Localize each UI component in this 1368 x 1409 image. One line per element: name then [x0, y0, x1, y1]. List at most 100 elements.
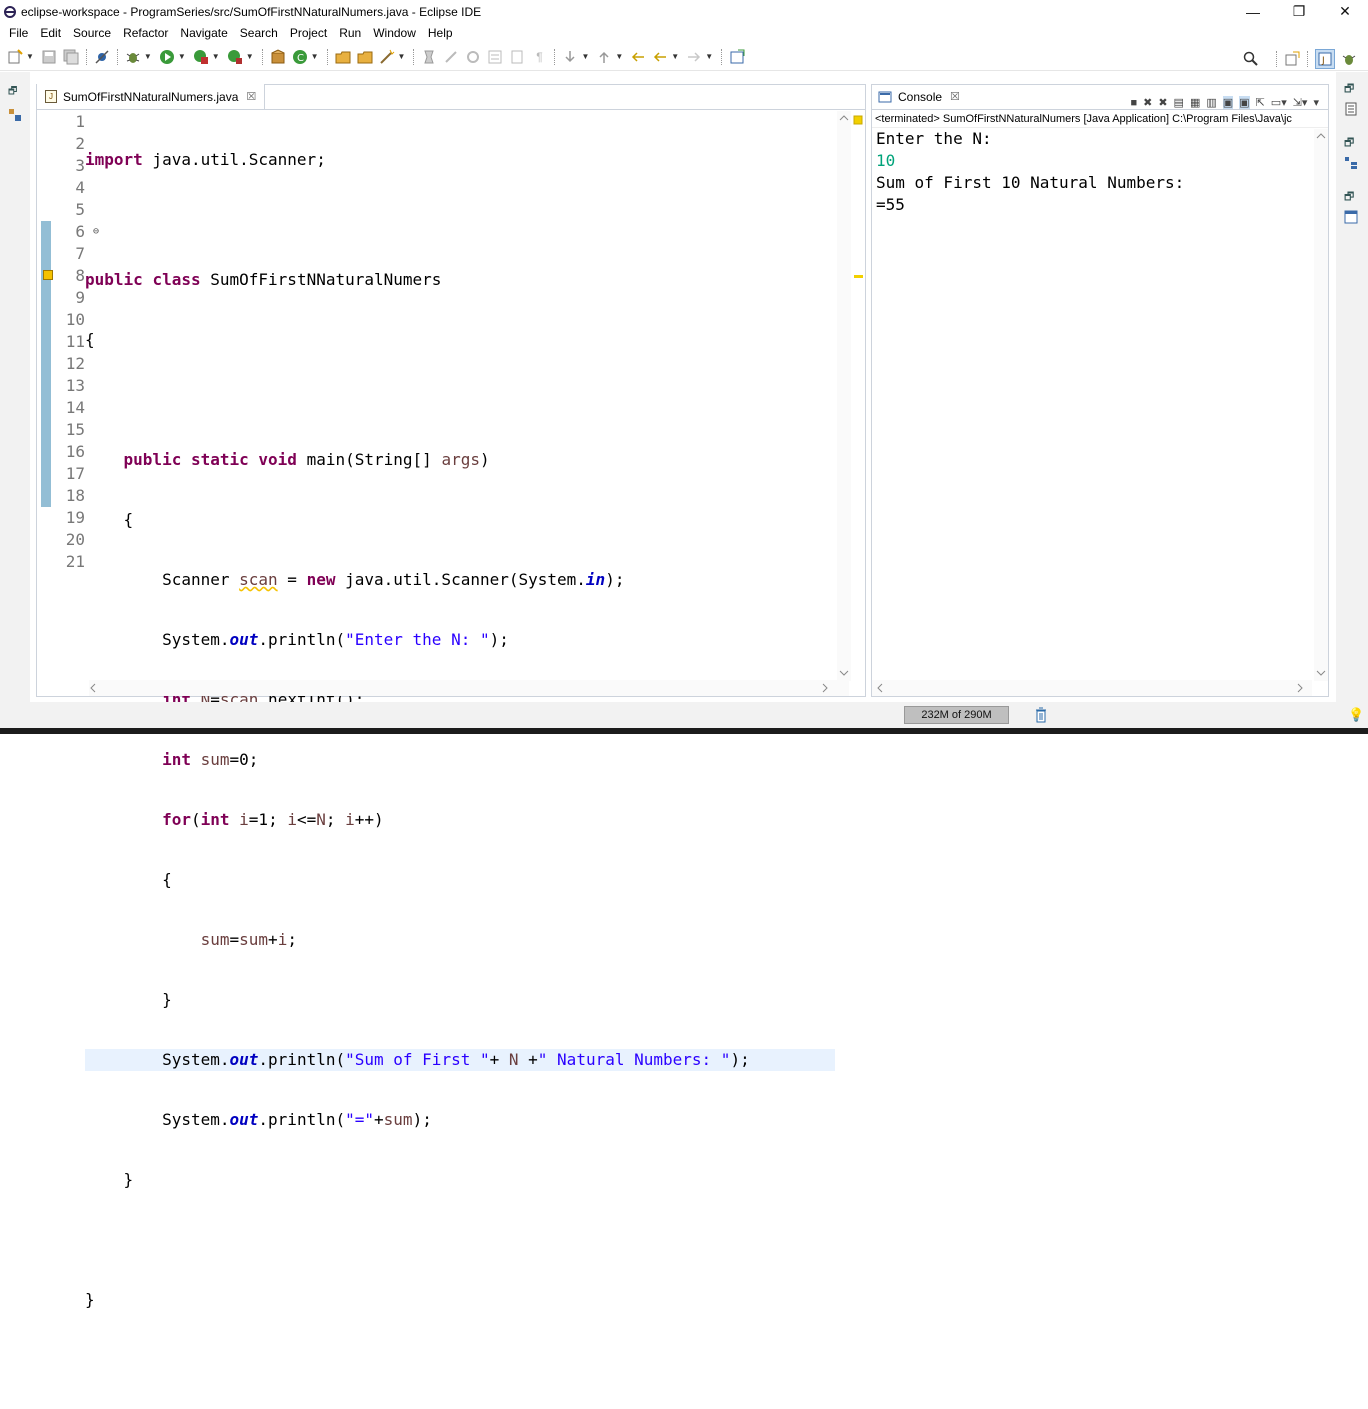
tip-lightbulb-icon[interactable]: 💡	[1348, 707, 1364, 723]
close-console-tab-icon[interactable]: ☒	[950, 90, 960, 103]
line-number: 8	[75, 266, 85, 285]
menu-window[interactable]: Window	[367, 26, 422, 40]
external-tools-dropdown-icon[interactable]: ▼	[246, 52, 254, 61]
last-edit-location-icon[interactable]	[630, 49, 646, 65]
run-icon[interactable]	[159, 49, 175, 65]
source-code[interactable]: import java.util.Scanner; public class S…	[85, 111, 835, 1409]
package-explorer-icon[interactable]	[8, 108, 22, 121]
menu-project[interactable]: Project	[284, 26, 333, 40]
console-vertical-scrollbar[interactable]	[1314, 129, 1328, 681]
console-horizontal-scrollbar[interactable]	[872, 680, 1312, 696]
code-line: public static void main(String[] args)	[123, 450, 490, 469]
editor-tab[interactable]: J SumOfFirstNNaturalNumers.java ☒	[37, 84, 266, 109]
display-console-icon[interactable]: ▭▾	[1271, 96, 1287, 109]
new-java-package-icon[interactable]	[270, 48, 286, 65]
minimize-button[interactable]: —	[1230, 0, 1276, 23]
open-perspective-icon[interactable]	[1284, 51, 1300, 67]
task-list-icon[interactable]	[1344, 102, 1360, 116]
new-class-dropdown-icon[interactable]: ▼	[311, 52, 319, 61]
skip-breakpoints-icon[interactable]	[94, 49, 110, 65]
run-dropdown-icon[interactable]: ▼	[178, 52, 186, 61]
scroll-lock-icon[interactable]: ▤	[1174, 96, 1184, 109]
external-tools-icon[interactable]	[227, 49, 243, 65]
pin-editor-icon[interactable]	[729, 49, 745, 65]
save-icon[interactable]	[41, 49, 57, 65]
console-output[interactable]: Enter the N: 10 Sum of First 10 Natural …	[872, 128, 1328, 216]
code-line: {	[85, 870, 172, 889]
editor-horizontal-scrollbar[interactable]	[89, 680, 849, 696]
restore-view-icon[interactable]: 🗗	[1344, 80, 1360, 95]
coverage-icon[interactable]	[193, 49, 209, 65]
coverage-dropdown-icon[interactable]: ▼	[212, 52, 220, 61]
pilcrow-icon[interactable]: ¶	[531, 49, 547, 65]
save-all-icon[interactable]	[63, 49, 79, 65]
open-console-icon[interactable]: ⇲▾	[1293, 96, 1308, 109]
debug-icon[interactable]	[125, 49, 141, 65]
menu-run[interactable]: Run	[333, 26, 367, 40]
overview-ruler[interactable]	[851, 111, 865, 681]
heap-status[interactable]: 232M of 290M	[904, 706, 1009, 724]
menu-file[interactable]: File	[3, 26, 34, 40]
view-menu-icon[interactable]: ▾	[1313, 96, 1319, 109]
code-line: }	[85, 1170, 134, 1189]
code-line: System.out.println("Enter the N: ");	[85, 630, 509, 649]
restore-button[interactable]: ❐	[1276, 0, 1322, 23]
close-tab-icon[interactable]: ☒	[246, 90, 256, 103]
warning-marker-icon[interactable]	[43, 270, 53, 280]
close-button[interactable]: ✕	[1322, 0, 1368, 23]
show-on-stdout-icon[interactable]: ▣	[1222, 96, 1234, 109]
show-on-stderr-icon[interactable]: ▣	[1239, 96, 1250, 109]
word-wrap-icon[interactable]	[487, 49, 503, 65]
menu-edit[interactable]: Edit	[34, 26, 67, 40]
new-dropdown-icon[interactable]: ▼	[26, 52, 34, 61]
open-type-icon[interactable]	[335, 49, 351, 65]
debug-dropdown-icon[interactable]: ▼	[144, 52, 152, 61]
svg-text:J: J	[1321, 56, 1325, 66]
remove-all-terminated-icon[interactable]: ✖	[1158, 96, 1167, 109]
restore-view-icon[interactable]: 🗗	[8, 84, 22, 97]
next-annotation-dropdown-icon[interactable]: ▼	[581, 52, 589, 61]
toggle-breadcrumb-icon[interactable]	[443, 49, 459, 65]
code-line: Scanner scan = new java.util.Scanner(Sys…	[85, 570, 625, 589]
toggle-mark-occurrences-icon[interactable]	[421, 49, 437, 65]
search-dropdown-icon[interactable]: ▼	[398, 52, 406, 61]
restore-view-icon[interactable]: 🗗	[1344, 188, 1360, 203]
code-area[interactable]: 1 2 3 4 5 6 ⊖ 7 8 9 10 11 12 13 14 15 16 …	[43, 111, 835, 1309]
new-icon[interactable]	[7, 48, 23, 65]
back-dropdown-icon[interactable]: ▼	[671, 52, 679, 61]
forward-dropdown-icon[interactable]: ▼	[705, 52, 713, 61]
clear-console-icon[interactable]: ▥	[1206, 96, 1216, 109]
editor-vertical-scrollbar[interactable]	[837, 111, 851, 681]
remove-launch-icon[interactable]: ✖	[1143, 96, 1152, 109]
console-tab[interactable]: Console ☒	[872, 84, 966, 109]
back-icon[interactable]	[652, 49, 668, 65]
block-selection-icon[interactable]	[465, 49, 481, 65]
show-whitespace-icon[interactable]	[509, 49, 525, 65]
outline-icon[interactable]	[1344, 156, 1360, 170]
menu-source[interactable]: Source	[67, 26, 117, 40]
toolbar-separator	[1307, 51, 1308, 67]
terminate-icon[interactable]: ■	[1130, 97, 1137, 109]
search-icon[interactable]	[1243, 51, 1259, 67]
previous-annotation-icon[interactable]	[596, 49, 612, 65]
java-perspective-icon[interactable]: J	[1315, 49, 1335, 69]
menu-refactor[interactable]: Refactor	[117, 26, 174, 40]
pin-console-icon[interactable]: ⇱	[1256, 96, 1265, 109]
search-wand-icon[interactable]	[379, 49, 395, 65]
open-task-icon[interactable]	[357, 49, 373, 65]
menu-navigate[interactable]: Navigate	[174, 26, 233, 40]
word-wrap-console-icon[interactable]: ▦	[1190, 96, 1200, 109]
previous-annotation-dropdown-icon[interactable]: ▼	[615, 52, 623, 61]
menu-help[interactable]: Help	[422, 26, 459, 40]
restore-view-icon[interactable]: 🗗	[1344, 134, 1360, 149]
run-garbage-collector-icon[interactable]	[1034, 707, 1050, 723]
menu-search[interactable]: Search	[234, 26, 284, 40]
forward-icon[interactable]	[686, 49, 702, 65]
next-annotation-icon[interactable]	[562, 49, 578, 65]
debug-perspective-icon[interactable]	[1341, 51, 1357, 67]
console-user-input: 10	[876, 151, 896, 170]
new-java-class-icon[interactable]: C	[292, 49, 308, 65]
right-trim-stack: 🗗 🗗 🗗	[1336, 72, 1368, 702]
window-view-icon[interactable]	[1344, 210, 1360, 224]
